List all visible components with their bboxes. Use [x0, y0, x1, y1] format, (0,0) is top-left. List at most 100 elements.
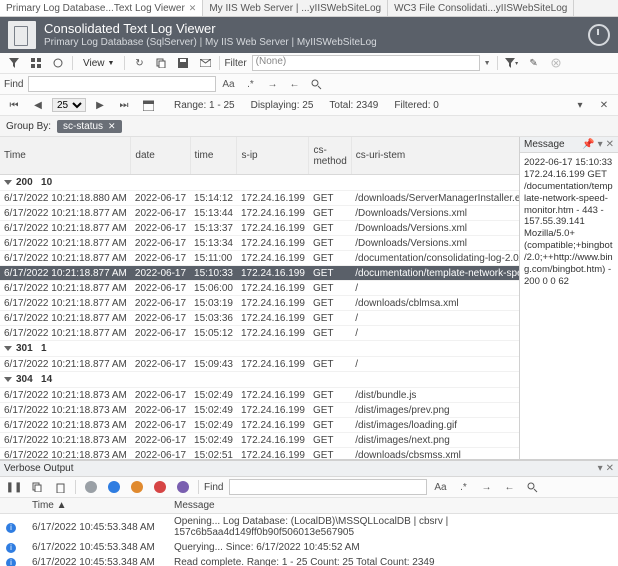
filter-icon[interactable] — [4, 54, 24, 72]
vo-search-icon[interactable] — [522, 478, 542, 496]
find-input[interactable] — [28, 76, 216, 92]
table-row[interactable]: 6/17/2022 10:21:18.877 AM2022-06-1715:10… — [0, 266, 519, 281]
columns-icon[interactable] — [48, 54, 68, 72]
table-row[interactable]: 6/17/2022 10:21:18.873 AM2022-06-1715:02… — [0, 388, 519, 403]
table-row[interactable]: 6/17/2022 10:21:18.877 AM2022-06-1715:03… — [0, 296, 519, 311]
verbose-title: Verbose Output — [4, 463, 74, 474]
expand-icon[interactable]: ▾ — [570, 96, 590, 114]
log-grid[interactable]: Timedatetimes-ipcs-methodcs-uri-stemcs-u… — [0, 137, 519, 459]
regex-button[interactable]: .* — [240, 75, 260, 93]
verbose-grid[interactable]: Time ▲Messagei6/17/2022 10:45:53.348 AMO… — [0, 498, 618, 566]
filter-label: Filter — [224, 58, 249, 69]
view-dropdown[interactable]: View▼ — [77, 55, 120, 71]
page-first-icon[interactable]: ⏮ — [4, 96, 24, 114]
level-purple-icon[interactable] — [173, 478, 193, 496]
table-row[interactable]: 6/17/2022 10:21:18.880 AM2022-06-1715:14… — [0, 191, 519, 206]
grid-icon[interactable] — [26, 54, 46, 72]
power-icon[interactable] — [588, 24, 610, 46]
vo-regex-button[interactable]: .* — [453, 478, 473, 496]
find-search-icon[interactable] — [306, 75, 326, 93]
document-tab[interactable]: Primary Log Database...Text Log Viewer✕ — [0, 0, 203, 16]
group-by-chip[interactable]: sc-status✕ — [57, 120, 122, 133]
save-icon[interactable] — [173, 54, 193, 72]
column-header[interactable]: time — [190, 137, 237, 175]
match-case-button[interactable]: Aa — [218, 75, 238, 93]
document-tab[interactable]: My IIS Web Server | ...yIISWebSiteLog — [203, 0, 388, 16]
page-next-icon[interactable]: ▶ — [90, 96, 110, 114]
filter-funnel-icon[interactable]: ▾ — [502, 54, 522, 72]
edit-icon[interactable]: ✎ — [524, 54, 544, 72]
date-picker-icon[interactable] — [138, 96, 158, 114]
page-size-select[interactable]: 25 — [52, 98, 86, 112]
level-blue-icon[interactable] — [104, 478, 124, 496]
group-row[interactable]: 301 1 — [0, 341, 519, 357]
pane-dropdown-icon[interactable]: ▾ — [598, 139, 603, 150]
table-row[interactable]: 6/17/2022 10:21:18.873 AM2022-06-1715:02… — [0, 418, 519, 433]
column-header[interactable]: cs-uri-stem — [351, 137, 519, 175]
vo-find-label: Find — [204, 482, 226, 493]
find-label: Find — [4, 79, 26, 90]
table-row[interactable]: 6/17/2022 10:21:18.877 AM2022-06-1715:05… — [0, 326, 519, 341]
table-row[interactable]: 6/17/2022 10:21:18.877 AM2022-06-1715:13… — [0, 236, 519, 251]
verbose-row[interactable]: i6/17/2022 10:45:53.348 AMOpening... Log… — [0, 514, 618, 541]
tab-close-icon[interactable]: ✕ — [189, 3, 197, 14]
verbose-row[interactable]: i6/17/2022 10:45:53.348 AMQuerying... Si… — [0, 540, 618, 555]
document-icon — [8, 21, 36, 49]
table-row[interactable]: 6/17/2022 10:21:18.877 AM2022-06-1715:03… — [0, 311, 519, 326]
level-red-icon[interactable] — [150, 478, 170, 496]
vo-dropdown-icon[interactable]: ▾ — [598, 463, 603, 474]
find-next-icon[interactable]: → — [262, 75, 282, 93]
message-body: 2022-06-17 15:10:33 172.24.16.199 GET /d… — [520, 153, 618, 292]
column-header[interactable]: Time ▲ — [26, 498, 168, 514]
filtered-label: Filtered: 0 — [394, 100, 438, 111]
group-row[interactable]: 200 10 — [0, 175, 519, 191]
level-gray-icon[interactable] — [81, 478, 101, 496]
column-header[interactable]: Message — [168, 498, 618, 514]
column-header[interactable]: s-ip — [237, 137, 309, 175]
table-row[interactable]: 6/17/2022 10:21:18.873 AM2022-06-1715:02… — [0, 403, 519, 418]
table-row[interactable]: 6/17/2022 10:21:18.873 AM2022-06-1715:02… — [0, 448, 519, 460]
group-by-label: Group By: — [6, 121, 51, 132]
filter-field[interactable]: (None) — [252, 55, 480, 71]
table-row[interactable]: 6/17/2022 10:21:18.877 AM2022-06-1715:13… — [0, 221, 519, 236]
total-label: Total: 2349 — [329, 100, 378, 111]
page-prev-icon[interactable]: ◀ — [28, 96, 48, 114]
header-title: Consolidated Text Log Viewer — [44, 22, 377, 37]
vo-find-next-icon[interactable]: → — [476, 478, 496, 496]
header-subtitle: Primary Log Database (SqlServer) | My II… — [44, 37, 377, 49]
email-icon[interactable] — [195, 54, 215, 72]
pin-icon[interactable]: 📌 — [582, 139, 594, 150]
document-tab[interactable]: WC3 File Consolidati...yIISWebSiteLog — [388, 0, 574, 16]
vo-match-case-button[interactable]: Aa — [430, 478, 450, 496]
table-row[interactable]: 6/17/2022 10:21:18.877 AM2022-06-1715:06… — [0, 281, 519, 296]
page-last-icon[interactable]: ⏭ — [114, 96, 134, 114]
level-orange-icon[interactable] — [127, 478, 147, 496]
paging-toolbar: ⏮ ◀ 25 ▶ ⏭ Range: 1 - 25 Displaying: 25 … — [0, 95, 618, 116]
clear-icon[interactable] — [546, 54, 566, 72]
find-toolbar: Find Aa .* → ← — [0, 74, 618, 95]
delete-icon[interactable] — [50, 478, 70, 496]
table-row[interactable]: 6/17/2022 10:21:18.877 AM2022-06-1715:11… — [0, 251, 519, 266]
vo-find-prev-icon[interactable]: ← — [499, 478, 519, 496]
main-toolbar: View▼ ↻ Filter (None) ▼ ▾ ✎ — [0, 53, 618, 74]
column-header[interactable]: cs-method — [309, 137, 351, 175]
copy-icon[interactable] — [27, 478, 47, 496]
vo-find-input[interactable] — [229, 479, 427, 495]
vo-close-icon[interactable]: ✕ — [606, 463, 614, 474]
column-header[interactable]: date — [131, 137, 190, 175]
refresh-icon[interactable]: ↻ — [129, 54, 149, 72]
column-header[interactable]: Time — [0, 137, 131, 175]
message-title: Message — [524, 139, 565, 150]
copy-icon[interactable] — [151, 54, 171, 72]
find-prev-icon[interactable]: ← — [284, 75, 304, 93]
pane-close-icon[interactable]: ✕ — [606, 139, 614, 150]
displaying-label: Displaying: 25 — [251, 100, 314, 111]
group-row[interactable]: 304 14 — [0, 372, 519, 388]
verbose-row[interactable]: i6/17/2022 10:45:53.348 AMRead complete.… — [0, 555, 618, 566]
close-panel-icon[interactable]: ✕ — [594, 96, 614, 114]
chip-close-icon[interactable]: ✕ — [108, 121, 116, 132]
pause-icon[interactable]: ❚❚ — [4, 478, 24, 496]
table-row[interactable]: 6/17/2022 10:21:18.873 AM2022-06-1715:02… — [0, 433, 519, 448]
table-row[interactable]: 6/17/2022 10:21:18.877 AM2022-06-1715:09… — [0, 357, 519, 372]
table-row[interactable]: 6/17/2022 10:21:18.877 AM2022-06-1715:13… — [0, 206, 519, 221]
